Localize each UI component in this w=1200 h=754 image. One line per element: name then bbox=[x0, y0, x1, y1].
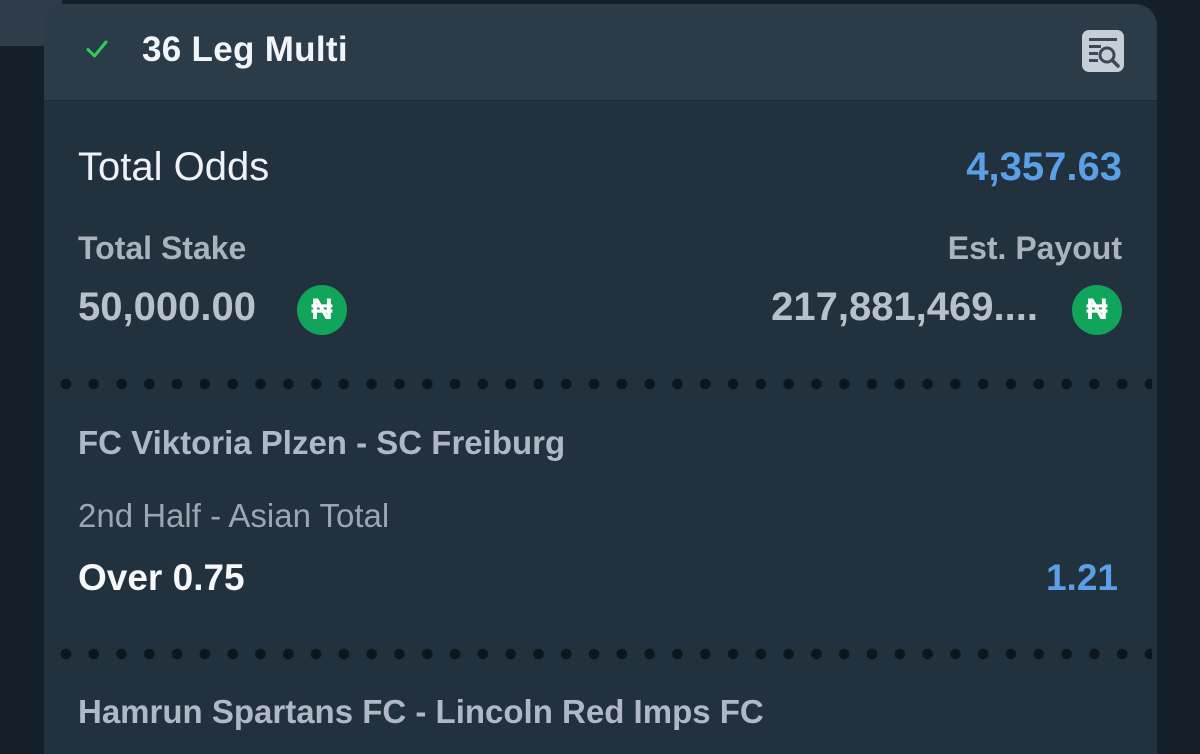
leg-event-title: Hamrun Spartans FC - Lincoln Red Imps FC bbox=[78, 693, 764, 730]
dotted-divider bbox=[52, 378, 1152, 390]
leg-event-title: FC Viktoria Plzen - SC Freiburg bbox=[78, 424, 566, 461]
bet-title: 36 Leg Multi bbox=[142, 30, 348, 69]
bet-card-header[interactable]: 36 Leg Multi bbox=[44, 4, 1157, 101]
est-payout-label: Est. Payout bbox=[947, 230, 1122, 266]
naira-currency-icon: ₦ bbox=[297, 285, 347, 335]
leg-selection: Over 0.75 bbox=[78, 557, 245, 598]
dotted-divider bbox=[52, 648, 1152, 660]
search-document-icon bbox=[1089, 38, 1120, 68]
est-payout-value: 217,881,469.... bbox=[771, 285, 1038, 329]
total-stake-value: 50,000.00 bbox=[78, 285, 256, 329]
leg-odds[interactable]: 1.21 bbox=[1046, 557, 1118, 599]
naira-currency-icon: ₦ bbox=[1072, 285, 1122, 335]
total-stake-label: Total Stake bbox=[78, 230, 247, 266]
check-icon bbox=[86, 40, 108, 58]
total-odds-value: 4,357.63 bbox=[966, 145, 1122, 189]
leg-market: 2nd Half - Asian Total bbox=[78, 497, 390, 534]
view-details-button[interactable] bbox=[1082, 30, 1124, 72]
page: 36 Leg Multi Total Odds 4,357.63 Total S… bbox=[0, 0, 1200, 754]
total-odds-label: Total Odds bbox=[78, 145, 270, 189]
